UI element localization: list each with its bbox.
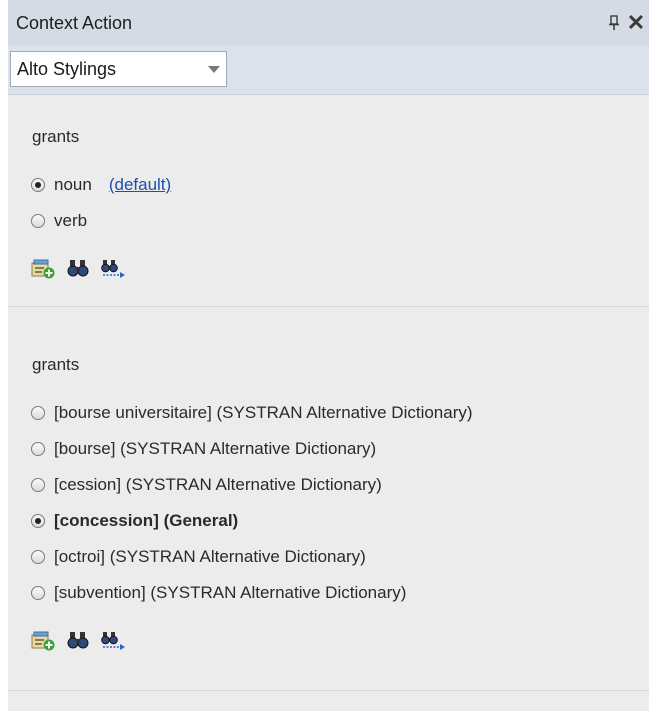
context-action-panel: Context Action ✕ Alto Stylings grants no… [8, 0, 649, 711]
add-entry-icon[interactable] [31, 629, 55, 651]
translation-choices-section: grants [bourse universitaire] (SYSTRAN A… [8, 307, 649, 691]
radio-option[interactable]: noun (default) [31, 175, 171, 195]
radio-button[interactable] [31, 550, 45, 564]
pin-icon[interactable] [603, 10, 625, 36]
source-word: grants [32, 127, 80, 146]
option-label: [octroi] (SYSTRAN Alternative Dictionary… [54, 547, 366, 566]
find-next-icon[interactable] [101, 630, 127, 650]
option-label: [cession] (SYSTRAN Alternative Dictionar… [54, 475, 382, 494]
option-label: noun [54, 175, 92, 194]
add-entry-icon[interactable] [31, 257, 55, 279]
part-of-speech-section: grants noun (default) verb [8, 95, 649, 307]
radio-option[interactable]: [bourse] (SYSTRAN Alternative Dictionary… [31, 439, 376, 459]
action-icons [31, 629, 139, 651]
option-label: [bourse] (SYSTRAN Alternative Dictionary… [54, 439, 377, 458]
dropdown-value: Alto Stylings [17, 58, 117, 79]
panel-titlebar: Context Action ✕ [8, 0, 649, 46]
radio-button[interactable] [31, 442, 45, 456]
option-label: [subvention] (SYSTRAN Alternative Dictio… [54, 583, 407, 602]
option-label: verb [54, 211, 88, 230]
find-icon[interactable] [67, 258, 89, 278]
find-next-icon[interactable] [101, 258, 127, 278]
option-label: [bourse universitaire] (SYSTRAN Alternat… [54, 403, 473, 422]
action-icons [31, 257, 139, 279]
title-buttons: ✕ [603, 10, 649, 36]
source-word: grants [32, 355, 80, 374]
radio-button[interactable] [31, 178, 45, 192]
radio-option[interactable]: [octroi] (SYSTRAN Alternative Dictionary… [31, 547, 366, 567]
option-label: [concession] (General) [54, 511, 239, 530]
radio-option[interactable]: [concession] (General) [31, 511, 238, 531]
radio-button[interactable] [31, 514, 45, 528]
close-icon[interactable]: ✕ [625, 10, 647, 36]
radio-option[interactable]: [subvention] (SYSTRAN Alternative Dictio… [31, 583, 406, 603]
radio-button[interactable] [31, 214, 45, 228]
chevron-down-icon[interactable] [208, 66, 220, 73]
radio-button[interactable] [31, 586, 45, 600]
radio-button[interactable] [31, 406, 45, 420]
stylings-dropdown[interactable]: Alto Stylings [10, 51, 227, 87]
panel-title: Context Action [16, 12, 133, 33]
radio-option[interactable]: [cession] (SYSTRAN Alternative Dictionar… [31, 475, 382, 495]
find-icon[interactable] [67, 630, 89, 650]
radio-button[interactable] [31, 478, 45, 492]
toolbar: Alto Stylings [8, 46, 649, 95]
default-link[interactable]: (default) [109, 175, 171, 195]
radio-option[interactable]: verb [31, 211, 87, 231]
radio-option[interactable]: [bourse universitaire] (SYSTRAN Alternat… [31, 403, 473, 423]
